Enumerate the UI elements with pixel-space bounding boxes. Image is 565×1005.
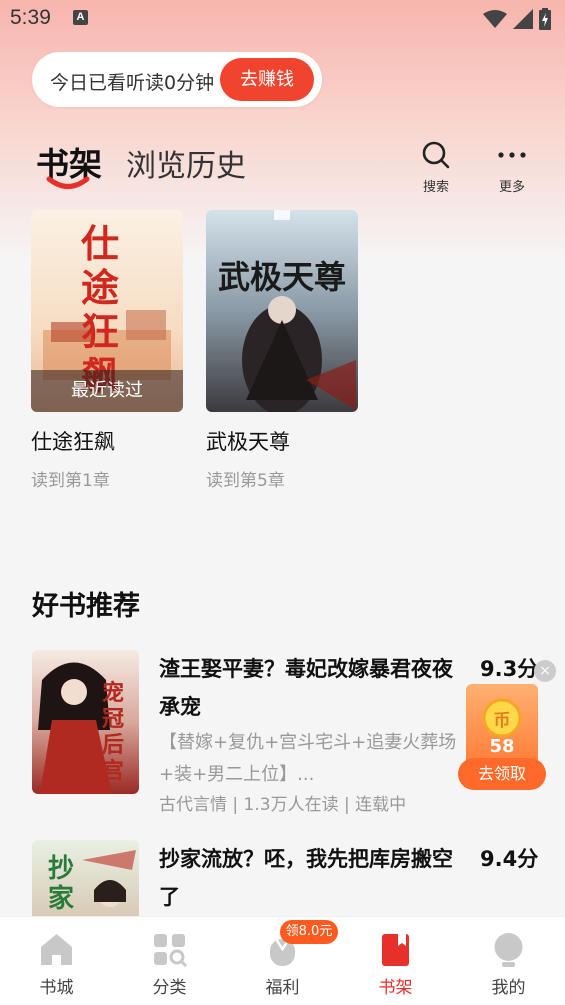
home-icon	[41, 934, 72, 965]
nav-label: 书架	[378, 978, 413, 998]
more-button[interactable]: 更多	[482, 140, 542, 195]
recommend-score: 9.3分	[480, 657, 539, 681]
recommend-meta: 古代言情 | 1.3万人在读 | 连载中	[159, 795, 407, 815]
close-coin-button[interactable]: ×	[534, 660, 556, 682]
search-icon	[422, 141, 450, 169]
recommend-score: 9.4分	[480, 847, 539, 871]
cover-title-art: 武极天尊	[218, 258, 347, 296]
recommend-heading: 好书推荐	[32, 591, 140, 622]
status-bar: 5:39 A	[0, 0, 565, 36]
more-icon	[498, 152, 526, 158]
signal-icon	[513, 9, 533, 29]
coin-reward-widget[interactable]: 币 58 去领取	[458, 684, 546, 790]
book-cover[interactable]: 仕途狂飙 最近读过	[31, 210, 183, 412]
shelf-book[interactable]: 武极天尊 武极天尊 读到第5章	[206, 210, 358, 491]
reading-time-text: 今日已看听读0分钟	[50, 72, 215, 94]
category-icon	[154, 934, 188, 968]
earn-money-button[interactable]: 去赚钱	[220, 58, 314, 101]
recently-read-badge: 最近读过	[31, 370, 183, 412]
coin-glyph: 币	[493, 711, 511, 731]
nav-label: 书城	[39, 978, 74, 998]
more-label: 更多	[498, 180, 525, 195]
nav-label: 我的	[491, 978, 526, 998]
cover-title-art: 抄家	[48, 854, 75, 914]
recommend-description: 【替嫁+复仇+宫斗宅斗+追妻火葬场+装+男二上位】...	[159, 732, 457, 785]
cover-art	[242, 210, 356, 412]
notification-icon: A	[73, 10, 88, 25]
search-label: 搜索	[422, 180, 449, 195]
nav-item-bookshelf[interactable]: 书架	[339, 917, 452, 1005]
recommend-title: 渣王娶平妻？毒妃改嫁暴君夜夜承宠	[159, 657, 453, 719]
recommend-cover[interactable]: 抄家	[32, 840, 139, 916]
battery-icon	[539, 8, 551, 30]
nav-item-category[interactable]: 分类	[113, 917, 226, 1005]
book-cover[interactable]: 武极天尊	[206, 210, 358, 412]
recommend-item[interactable]: 抄家 抄家流放？呸，我先把库房搬空了 9.4分	[32, 840, 542, 916]
status-icons	[483, 8, 551, 30]
wifi-icon	[483, 10, 507, 28]
search-button[interactable]: 搜索	[406, 140, 466, 195]
book-progress: 读到第5章	[206, 471, 285, 491]
book-progress: 读到第1章	[31, 471, 110, 491]
nav-item-profile[interactable]: 我的	[452, 917, 565, 1005]
claim-coin-button[interactable]: 去领取	[458, 758, 546, 790]
recommend-title: 抄家流放？呸，我先把库房搬空了	[159, 847, 453, 909]
welfare-badge[interactable]: 领8.0元	[280, 920, 338, 944]
book-title: 仕途狂飙	[31, 430, 115, 454]
reading-time-banner: 今日已看听读0分钟 去赚钱	[32, 52, 322, 107]
nav-label: 福利	[265, 978, 300, 998]
bookshelf-icon	[382, 934, 409, 966]
shelf-book[interactable]: 仕途狂飙 最近读过 仕途狂飙 读到第1章	[31, 210, 183, 491]
nav-label: 分类	[152, 978, 187, 998]
recommend-cover[interactable]: 宠冠后宫	[32, 650, 139, 794]
active-tab-indicator	[46, 176, 90, 189]
status-time: 5:39	[10, 6, 51, 29]
tab-browse-history[interactable]: 浏览历史	[126, 141, 246, 185]
coin-amount: 58	[489, 736, 515, 757]
book-title: 武极天尊	[206, 430, 290, 454]
profile-icon	[494, 933, 523, 967]
cover-title-art: 宠冠后宫	[102, 680, 125, 784]
nav-item-bookstore[interactable]: 书城	[0, 917, 113, 1005]
